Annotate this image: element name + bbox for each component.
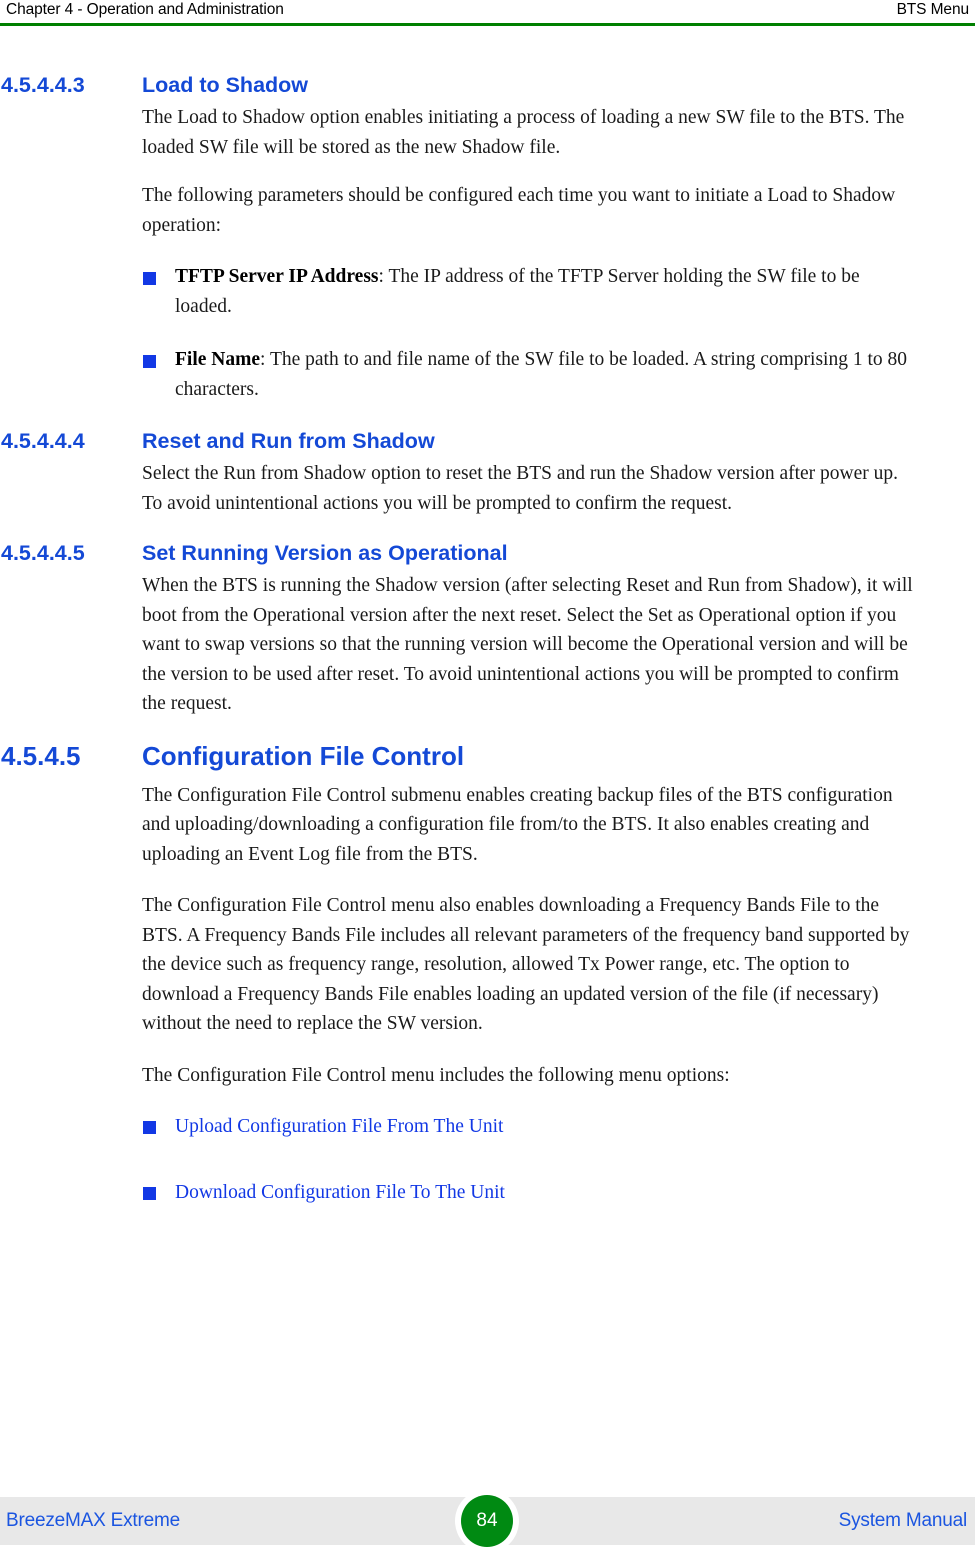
section-title: Configuration File Control bbox=[142, 740, 465, 771]
paragraph: The Configuration File Control menu also… bbox=[142, 895, 910, 1034]
header-divider-rule bbox=[0, 23, 975, 26]
paragraph: When the BTS is running the Shadow versi… bbox=[142, 575, 913, 714]
list-item: TFTP Server IP Address: The IP address o… bbox=[0, 262, 975, 321]
page-number-badge: 84 bbox=[455, 1489, 519, 1553]
paragraph: The Configuration File Control menu incl… bbox=[142, 1064, 730, 1086]
page-number-circle: 84 bbox=[461, 1495, 513, 1547]
footer-manual-name: System Manual bbox=[838, 1510, 968, 1531]
list-item: Upload Configuration File From The Unit bbox=[0, 1112, 975, 1142]
list-item: File Name: The path to and file name of … bbox=[0, 345, 975, 404]
link-download-configuration-file[interactable]: Download Configuration File To The Unit bbox=[175, 1182, 505, 1203]
section-number: 4.5.4.5 bbox=[1, 740, 81, 771]
paragraph: The following parameters should be confi… bbox=[142, 185, 896, 236]
parameter-name: File Name bbox=[175, 349, 261, 370]
section-number: 4.5.4.4.3 bbox=[1, 73, 85, 97]
square-bullet-icon bbox=[143, 355, 156, 368]
header-chapter-title: Chapter 4 - Operation and Administration bbox=[6, 1, 284, 18]
heading-set-running-version-as-operational: 4.5.4.4.5 Set Running Version as Operati… bbox=[0, 540, 975, 566]
section-title: Reset and Run from Shadow bbox=[142, 429, 435, 453]
parameter-description: : The path to and file name of the SW fi… bbox=[175, 349, 908, 400]
document-content: 4.5.4.4.3 Load to Shadow The Load to Sha… bbox=[0, 72, 975, 1243]
page-footer: BreezeMAX Extreme 84 System Manual bbox=[0, 1489, 975, 1553]
menu-option-link-list: Upload Configuration File From The Unit … bbox=[0, 1112, 975, 1207]
header-section-title: BTS Menu bbox=[896, 1, 970, 18]
page-number-text: 84 bbox=[476, 1510, 498, 1531]
link-upload-configuration-file[interactable]: Upload Configuration File From The Unit bbox=[175, 1116, 503, 1137]
heading-reset-and-run-from-shadow: 4.5.4.4.4 Reset and Run from Shadow bbox=[0, 428, 975, 454]
page-header: Chapter 4 - Operation and Administration… bbox=[0, 0, 975, 24]
parameter-name: TFTP Server IP Address bbox=[175, 266, 379, 287]
parameter-bullet-list: TFTP Server IP Address: The IP address o… bbox=[0, 262, 975, 404]
list-item: Download Configuration File To The Unit bbox=[0, 1178, 975, 1208]
heading-load-to-shadow: 4.5.4.4.3 Load to Shadow bbox=[0, 72, 975, 98]
paragraph: Select the Run from Shadow option to res… bbox=[142, 463, 899, 514]
section-number: 4.5.4.4.5 bbox=[1, 541, 85, 565]
footer-product-name: BreezeMAX Extreme bbox=[6, 1510, 180, 1531]
paragraph: The Configuration File Control submenu e… bbox=[142, 784, 893, 865]
square-bullet-icon bbox=[143, 272, 156, 285]
section-title: Set Running Version as Operational bbox=[142, 541, 508, 565]
section-number: 4.5.4.4.4 bbox=[1, 429, 85, 453]
square-bullet-icon bbox=[143, 1121, 156, 1134]
square-bullet-icon bbox=[143, 1186, 156, 1200]
section-title: Load to Shadow bbox=[142, 73, 309, 97]
heading-configuration-file-control: 4.5.4.5 Configuration File Control bbox=[0, 741, 975, 772]
paragraph: The Load to Shadow option enables initia… bbox=[142, 107, 905, 158]
